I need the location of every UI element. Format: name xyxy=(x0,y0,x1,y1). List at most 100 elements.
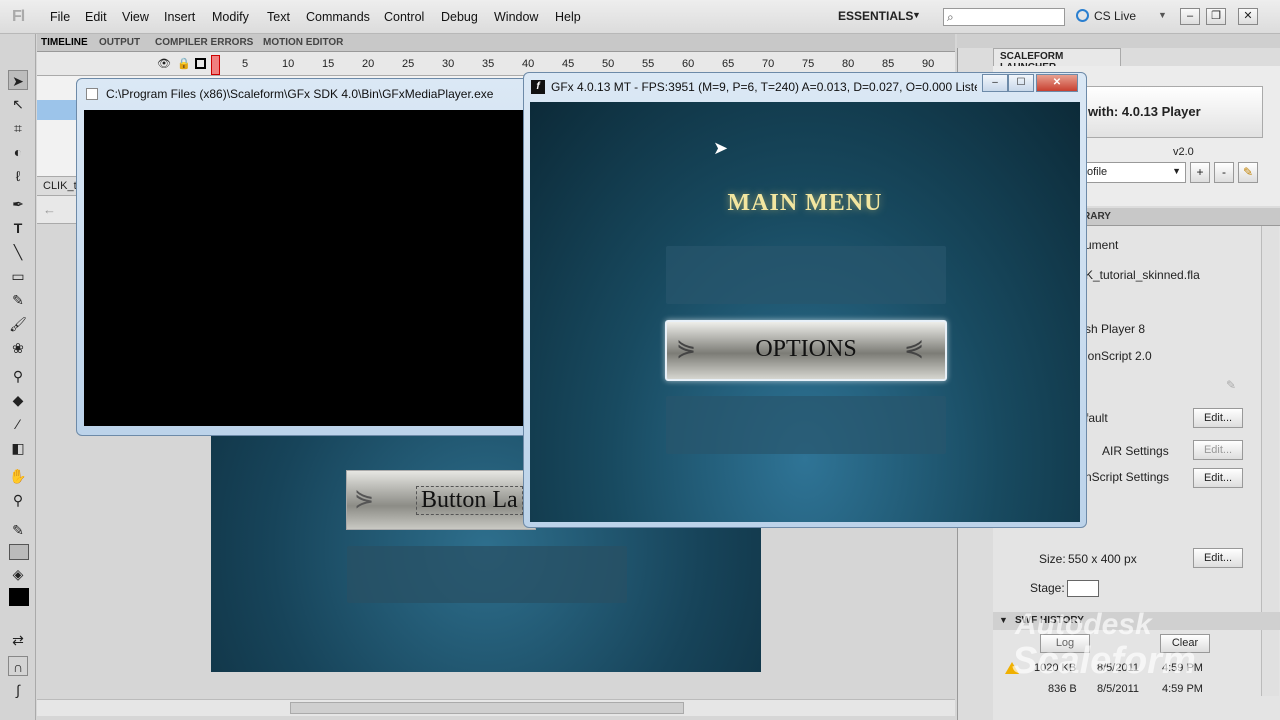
remove-profile-button[interactable]: - xyxy=(1214,162,1234,183)
selection-tool-icon[interactable]: ➤ xyxy=(8,70,28,90)
close-button[interactable]: ✕ xyxy=(1238,8,1258,25)
tab-output[interactable]: OUTPUT xyxy=(99,37,140,48)
chevron-down-icon[interactable]: ▼ xyxy=(912,10,921,20)
back-arrow-icon[interactable]: ← xyxy=(43,202,56,217)
menu-debug[interactable]: Debug xyxy=(441,10,478,24)
stroke-color-icon[interactable]: ✎ xyxy=(8,520,28,540)
mouse-cursor-icon: ➤ xyxy=(713,138,729,158)
frame-number: 60 xyxy=(682,58,695,70)
gfx-player-viewport[interactable] xyxy=(530,102,1080,522)
restore-button[interactable]: ❐ xyxy=(1206,8,1226,25)
fill-color-icon[interactable]: ◈ xyxy=(8,564,28,584)
deco-tool-icon[interactable]: ❀ xyxy=(8,338,28,358)
cs-live-icon xyxy=(1076,9,1089,22)
ornament-icon: ⋟ xyxy=(354,485,375,512)
menu-edit[interactable]: Edit xyxy=(85,10,107,24)
fill-color-swatch[interactable] xyxy=(9,588,29,606)
text-tool-icon[interactable]: T xyxy=(8,218,28,238)
frame-number: 10 xyxy=(282,58,295,70)
actionscript-settings-edit-button[interactable]: Edit... xyxy=(1193,468,1243,488)
stage-button-label[interactable]: Button La xyxy=(416,486,523,515)
cs-live-label[interactable]: CS Live xyxy=(1094,9,1136,23)
frame-number: 50 xyxy=(602,58,615,70)
search-icon: ⌕ xyxy=(947,10,954,24)
tab-motion-editor[interactable]: MOTION EDITOR xyxy=(263,37,343,48)
window-icon xyxy=(86,88,98,100)
menu-commands[interactable]: Commands xyxy=(306,10,370,24)
scrollbar-thumb[interactable] xyxy=(290,702,684,714)
frame-number: 15 xyxy=(322,58,335,70)
eyedropper-tool-icon[interactable]: ⁄ xyxy=(8,414,28,434)
options-button-label: OPTIONS xyxy=(755,336,857,362)
eraser-tool-icon[interactable]: ◧ xyxy=(8,438,28,458)
lock-icon[interactable]: 🔒 xyxy=(177,57,191,70)
brush-tool-icon[interactable]: 🖌 xyxy=(8,314,28,334)
document-filename: K_tutorial_skinned.fla xyxy=(1085,268,1200,282)
pen-tool-icon[interactable]: ✒ xyxy=(8,194,28,214)
add-profile-button[interactable]: + xyxy=(1190,162,1210,183)
swap-colors-icon[interactable]: ⇄ xyxy=(8,630,28,650)
free-transform-tool-icon[interactable]: ⌗ xyxy=(8,118,28,138)
size-edit-button[interactable]: Edit... xyxy=(1193,548,1243,568)
3d-rotation-tool-icon[interactable]: ◐ xyxy=(8,142,28,162)
snap-to-objects-icon[interactable]: ∩ xyxy=(8,656,28,676)
size-value: 550 x 400 px xyxy=(1068,552,1137,566)
profile-select-value: ofile xyxy=(1087,166,1108,178)
maximize-button[interactable]: ☐ xyxy=(1008,74,1034,92)
frame-number: 80 xyxy=(842,58,855,70)
frame-number: 40 xyxy=(522,58,535,70)
outline-icon[interactable] xyxy=(195,58,206,69)
menu-control[interactable]: Control xyxy=(384,10,424,24)
lasso-tool-icon[interactable]: ℓ xyxy=(8,166,28,186)
stage-color-swatch[interactable] xyxy=(1067,580,1099,597)
playhead[interactable] xyxy=(211,55,220,75)
menu-file[interactable]: File xyxy=(50,10,70,24)
air-settings-label: AIR Settings xyxy=(1102,444,1169,458)
zoom-tool-icon[interactable]: ⚲ xyxy=(8,490,28,510)
edit-profile-pencil-icon[interactable]: ✎ xyxy=(1238,162,1258,183)
pencil-tool-icon[interactable]: ✎ xyxy=(8,290,28,310)
profile-select[interactable]: ofile ▼ xyxy=(1082,162,1186,183)
minimize-button[interactable]: – xyxy=(1180,8,1200,25)
stage-menu-slot xyxy=(347,546,627,603)
tab-timeline[interactable]: TIMELINE xyxy=(41,37,88,48)
test-with-player-button[interactable]: t with: 4.0.13 Player xyxy=(1073,86,1263,138)
chevron-down-icon[interactable]: ▼ xyxy=(999,615,1008,625)
menu-insert[interactable]: Insert xyxy=(164,10,195,24)
air-settings-edit-button[interactable]: Edit... xyxy=(1193,440,1243,460)
tab-scaleform-launcher[interactable]: SCALEFORM LAUNCHER xyxy=(993,48,1121,73)
chevron-down-icon[interactable]: ▼ xyxy=(1158,10,1167,20)
workspace-switcher[interactable]: ESSENTIALS xyxy=(838,9,913,23)
close-button[interactable]: ✕ xyxy=(1036,74,1078,92)
frame-number: 25 xyxy=(402,58,415,70)
tab-library[interactable]: RARY xyxy=(1083,211,1111,222)
menu-window[interactable]: Window xyxy=(494,10,538,24)
bone-tool-icon[interactable]: ⚲ xyxy=(8,366,28,386)
menu-text[interactable]: Text xyxy=(267,10,290,24)
scene-tab[interactable]: CLIK_t xyxy=(43,180,77,192)
pencil-icon[interactable]: ✎ xyxy=(1226,378,1236,392)
smooth-icon[interactable]: ∫ xyxy=(8,680,28,700)
minimize-button[interactable]: – xyxy=(982,74,1008,92)
menu-help[interactable]: Help xyxy=(555,10,581,24)
eye-icon[interactable]: 👁 xyxy=(157,57,171,70)
menu-modify[interactable]: Modify xyxy=(212,10,249,24)
player-version: sh Player 8 xyxy=(1085,322,1146,336)
line-tool-icon[interactable]: ╲ xyxy=(8,242,28,262)
flash-app-icon: f xyxy=(531,80,545,94)
frame-number: 45 xyxy=(562,58,575,70)
rectangle-tool-icon[interactable]: ▭ xyxy=(8,266,28,286)
menu-slot[interactable] xyxy=(666,246,946,304)
main-menu-title: MAIN MENU xyxy=(727,190,883,216)
tab-compiler-errors[interactable]: COMPILER ERRORS xyxy=(155,37,253,48)
media-player-viewport[interactable] xyxy=(84,110,528,426)
stroke-color-swatch[interactable] xyxy=(9,544,29,560)
hand-tool-icon[interactable]: ✋ xyxy=(8,466,28,486)
actionscript-settings-label: nScript Settings xyxy=(1085,470,1170,484)
search-input[interactable]: ⌕ xyxy=(943,8,1065,26)
subselection-tool-icon[interactable]: ↖ xyxy=(8,94,28,114)
profile-edit-button[interactable]: Edit... xyxy=(1193,408,1243,428)
paint-bucket-tool-icon[interactable]: ◆ xyxy=(8,390,28,410)
menu-slot[interactable] xyxy=(666,396,946,454)
menu-view[interactable]: View xyxy=(122,10,149,24)
